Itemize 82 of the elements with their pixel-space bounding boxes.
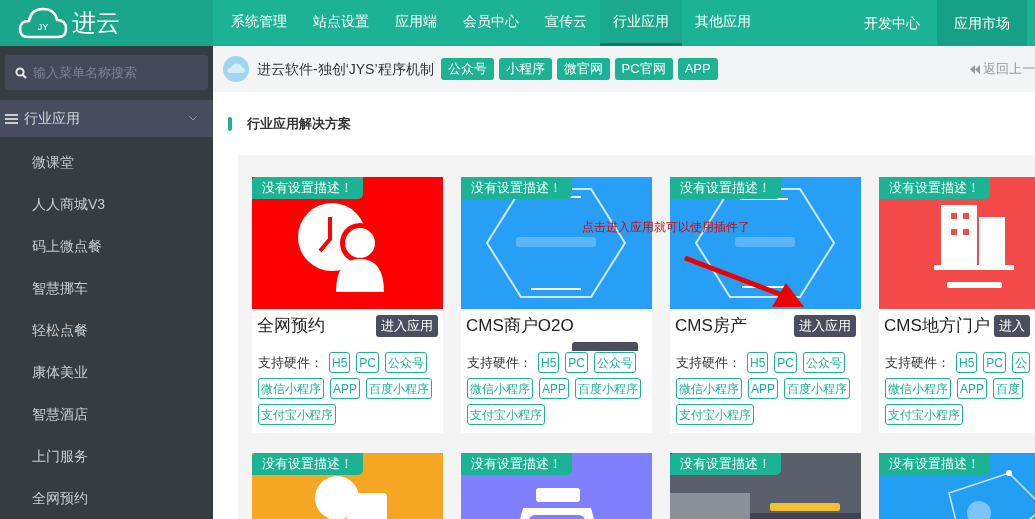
platform-tag[interactable]: 微官网: [556, 58, 610, 80]
description-badge: 没有设置描述！: [252, 453, 363, 475]
hardware-tag: APP: [539, 378, 569, 399]
hardware-tag: APP: [957, 378, 987, 399]
nav-tab[interactable]: 站点设置: [300, 0, 382, 46]
platform-tag[interactable]: 公众号: [440, 58, 494, 80]
menu-item[interactable]: 人人商城V3: [32, 193, 106, 215]
nav-tab[interactable]: 应用市场: [937, 0, 1027, 46]
description-badge: 没有设置描述！: [670, 177, 781, 199]
hardware-tag: H5: [747, 352, 769, 373]
logo-text: 进云: [72, 11, 120, 35]
app-title: CMS地方门户: [884, 315, 990, 338]
hardware-label: 支持硬件：: [885, 353, 950, 372]
description-badge: 没有设置描述！: [879, 453, 990, 475]
nav-tab[interactable]: 开发中心: [847, 0, 937, 46]
menu-item[interactable]: 智慧酒店: [32, 403, 88, 425]
hardware-tag: 微信小程序: [258, 378, 324, 399]
description-badge: 没有设置描述！: [461, 453, 572, 475]
app-title: 全网预约: [257, 315, 325, 338]
menu-item[interactable]: 上门服务: [32, 445, 88, 467]
hardware-label: 支持硬件：: [467, 353, 532, 372]
menu-group-header[interactable]: 行业应用: [0, 100, 213, 137]
description-badge: 没有设置描述！: [461, 177, 572, 199]
platform-tag[interactable]: PC官网: [614, 58, 673, 80]
hardware-tag: 微信小程序: [885, 378, 951, 399]
hardware-tag: 公众号: [385, 352, 427, 373]
description-badge: 没有设置描述！: [879, 177, 990, 199]
hardware-tag: PC: [774, 352, 797, 373]
double-arrow-icon: [970, 64, 980, 74]
title-accent: [228, 116, 232, 131]
breadcrumb-text: 进云软件-独创‘JYS’程序机制: [257, 59, 434, 79]
hardware-tag: 公众号: [803, 352, 845, 373]
app-title: CMS房产: [675, 315, 747, 338]
logo-cloud: JY: [18, 6, 68, 40]
hardware-tag: 百度小程序: [784, 378, 850, 399]
enter-app-button[interactable]: 进入应用: [376, 315, 438, 337]
hardware-tag: 支付宝小程序: [258, 404, 336, 425]
nav-tab[interactable]: 其他应用: [682, 0, 764, 46]
enter-app-button[interactable]: 进入: [994, 315, 1030, 337]
hardware-tag: APP: [748, 378, 778, 399]
hardware-tag: 百度: [993, 378, 1023, 399]
hardware-tag: APP: [330, 378, 360, 399]
nav-tab[interactable]: 会员中心: [450, 0, 532, 46]
hardware-tag: H5: [538, 352, 560, 373]
hardware-tag: 微信小程序: [676, 378, 742, 399]
enter-app-button[interactable]: [572, 342, 638, 351]
list-icon: [5, 113, 18, 124]
hardware-tag: H5: [329, 352, 351, 373]
nav-tab[interactable]: 应用端: [382, 0, 450, 46]
platform-tag[interactable]: 小程序: [498, 58, 552, 80]
menu-item[interactable]: 全网预约: [32, 487, 88, 509]
search-icon: [15, 67, 27, 79]
description-badge: 没有设置描述！: [670, 453, 781, 475]
nav-tab[interactable]: 系统管理: [218, 0, 300, 46]
menu-item[interactable]: 微课堂: [32, 151, 74, 173]
description-badge: 没有设置描述！: [252, 177, 363, 199]
menu-item[interactable]: 康体美业: [32, 361, 88, 383]
section-title: 行业应用解决方案: [247, 114, 351, 133]
hardware-label: 支持硬件：: [258, 353, 323, 372]
hardware-tag: PC: [565, 352, 588, 373]
enter-app-button[interactable]: 进入应用: [794, 315, 856, 337]
hardware-tag: 支付宝小程序: [885, 404, 963, 425]
hardware-label: 支持硬件：: [676, 353, 741, 372]
menu-item[interactable]: 轻松点餐: [32, 319, 88, 341]
hardware-tag: PC: [983, 352, 1006, 373]
hardware-tag: 支付宝小程序: [467, 404, 545, 425]
nav-tab[interactable]: 行业应用: [600, 0, 682, 46]
menu-item[interactable]: 码上微点餐: [32, 235, 102, 257]
hardware-tag: 微信小程序: [467, 378, 533, 399]
app-title: CMS商户O2O: [466, 315, 574, 338]
hardware-tag: 百度小程序: [575, 378, 641, 399]
chevron-down-icon: [189, 116, 197, 121]
hardware-tag: 百度小程序: [366, 378, 432, 399]
nav-tab[interactable]: 宣传云: [532, 0, 600, 46]
cloud-icon: [223, 56, 249, 82]
platform-tag[interactable]: APP: [677, 58, 718, 80]
hardware-tag: 公: [1012, 352, 1030, 373]
menu-item[interactable]: 智慧挪车: [32, 277, 88, 299]
hardware-tag: 公众号: [594, 352, 636, 373]
hardware-tag: 支付宝小程序: [676, 404, 754, 425]
hardware-tag: H5: [956, 352, 978, 373]
hardware-tag: PC: [356, 352, 379, 373]
